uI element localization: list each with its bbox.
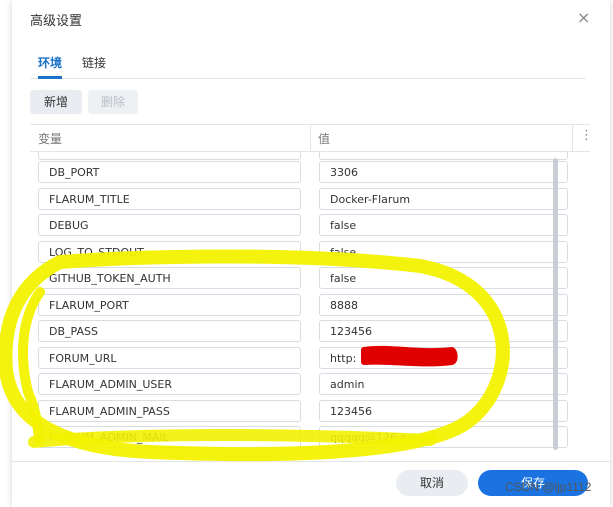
footer-divider [12,461,610,462]
dialog-title: 高级设置 [30,14,83,29]
add-button[interactable]: 新增 [30,90,82,114]
table-row: DB_PASS 123456 [30,317,582,343]
variable-value-field[interactable]: 123456 [319,320,568,342]
delete-button[interactable]: 删除 [88,90,138,114]
table-row: FLARUM_PORT 8888 [30,291,582,317]
variable-value-field[interactable]: false [319,267,568,289]
table-row: FLARUM_ADMIN_MAIL qqqqq@126.com [30,423,582,449]
env-variable-grid: 变量 值 ⋮ DB_PORT 3306 FLARUM_TITLE Docker-… [30,124,593,459]
column-divider [310,125,311,151]
variable-value-field[interactable]: false [319,241,568,263]
table-row: FLARUM_TITLE Docker-Flarum [30,185,582,211]
variable-value-field[interactable]: 123456 [319,400,568,422]
grid-header: 变量 值 ⋮ [30,125,593,152]
variable-name-field[interactable]: DB_PORT [38,161,301,183]
variable-name-field[interactable]: DEBUG [38,214,301,236]
variable-name-field[interactable]: LOG_TO_STDOUT [38,241,301,263]
column-header-variable[interactable]: 变量 [38,130,62,147]
csdn-watermark: CSDN @ljp1112 [505,480,592,494]
column-divider [572,125,573,151]
variable-value-field[interactable]: 3306 [319,161,568,183]
variable-name-field[interactable]: FLARUM_ADMIN_MAIL [38,426,301,448]
variable-value-field[interactable]: false [319,214,568,236]
tab-links[interactable]: 链接 [82,54,106,71]
grid-scrollbar[interactable] [553,158,558,450]
table-row: LOG_TO_STDOUT false [30,238,582,264]
variable-name-field[interactable]: FLARUM_ADMIN_USER [38,373,301,395]
variable-name-field[interactable]: FLARUM_PORT [38,294,301,316]
active-tab-underline [38,76,62,79]
cancel-button[interactable]: 取消 [396,470,468,496]
column-header-value[interactable]: 值 [318,130,330,147]
tab-environment[interactable]: 环境 [38,54,62,71]
table-row: FORUM_URL http: :8888 [30,344,582,370]
variable-value-field[interactable]: admin [319,373,568,395]
variable-value-field[interactable]: Docker-Flarum [319,188,568,210]
table-row: DEBUG false [30,211,582,237]
table-row: FLARUM_ADMIN_PASS 123456 [30,397,582,423]
variable-name-field[interactable]: FLARUM_ADMIN_PASS [38,400,301,422]
variable-value-field[interactable]: qqqqq@126.com [319,426,568,448]
variable-value-field[interactable]: 8888 [319,294,568,316]
column-menu-icon[interactable]: ⋮ [580,128,593,143]
variable-name-field[interactable]: FORUM_URL [38,347,301,369]
variable-name-field[interactable]: FLARUM_TITLE [38,188,301,210]
tab-divider [30,78,586,79]
table-row: FLARUM_ADMIN_USER admin [30,370,582,396]
variable-name-field[interactable]: DB_PASS [38,320,301,342]
close-icon[interactable]: × [577,8,590,27]
variable-value-field[interactable]: http: :8888 [319,347,568,369]
table-row: DB_PORT 3306 [30,158,582,184]
variable-name-field[interactable]: GITHUB_TOKEN_AUTH [38,267,301,289]
table-row: GITHUB_TOKEN_AUTH false [30,264,582,290]
grid-rows: DB_PORT 3306 FLARUM_TITLE Docker-Flarum … [30,152,582,459]
